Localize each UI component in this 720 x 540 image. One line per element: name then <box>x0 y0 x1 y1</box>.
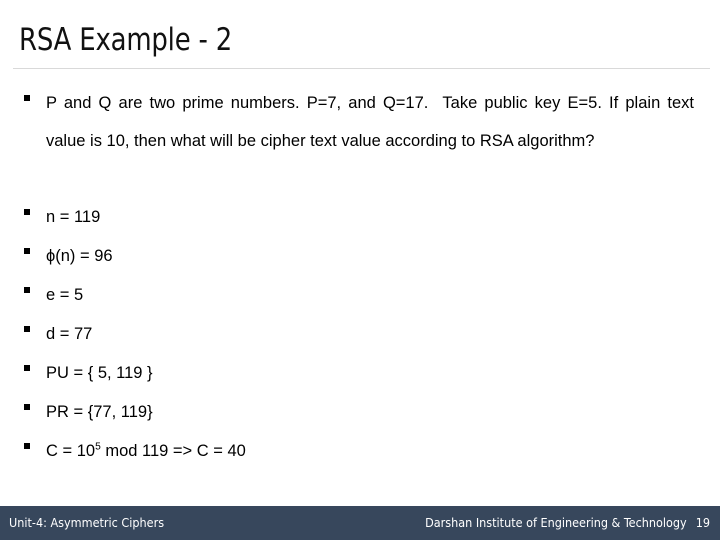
list-item-text: C = 105 mod 119 => C = 40 <box>46 432 696 471</box>
list-item: C = 105 mod 119 => C = 40 <box>0 432 720 471</box>
list-item-text: d = 77 <box>46 325 93 343</box>
footer-unit-label: Unit-4: Asymmetric Ciphers <box>9 515 165 530</box>
footer-institute-group: Darshan Institute of Engineering & Techn… <box>425 515 710 531</box>
list-item-text: P and Q are two prime numbers. P=7, and … <box>46 94 699 150</box>
list-item: PR = {77, 119} <box>0 393 720 432</box>
square-bullet-icon <box>24 443 30 449</box>
title-divider <box>13 68 710 69</box>
list-item-text: e = 5 <box>46 286 84 304</box>
list-item-text: n = 119 <box>46 208 101 226</box>
square-bullet-icon <box>24 287 30 293</box>
list-item-text: PU = { 5, 119 } <box>46 364 153 382</box>
slide-body: P and Q are two prime numbers. P=7, and … <box>0 84 720 471</box>
square-bullet-icon <box>24 365 30 371</box>
list-item: n = 119 <box>0 198 720 237</box>
square-bullet-icon <box>24 95 30 101</box>
footer-institute-label: Darshan Institute of Engineering & Techn… <box>425 515 687 530</box>
list-item: ϕ(n) = 96 <box>0 237 720 276</box>
page-title: RSA Example - 2 <box>19 22 233 58</box>
square-bullet-icon <box>24 326 30 332</box>
slide: RSA Example - 2 P and Q are two prime nu… <box>0 0 720 540</box>
cipher-expression-rest: mod 119 => C = 40 <box>100 442 246 460</box>
list-item: PU = { 5, 119 } <box>0 354 720 393</box>
page-number: 19 <box>695 515 710 530</box>
square-bullet-icon <box>24 248 30 254</box>
slide-footer: Unit-4: Asymmetric Ciphers Darshan Insti… <box>0 506 720 540</box>
list-item: e = 5 <box>0 276 720 315</box>
list-item-text: PR = {77, 119} <box>46 403 153 421</box>
list-item-text: ϕ(n) = 96 <box>46 247 113 265</box>
cipher-expression-base: C = 10 <box>46 442 96 460</box>
square-bullet-icon <box>24 404 30 410</box>
square-bullet-icon <box>24 209 30 215</box>
list-item: d = 77 <box>0 315 720 354</box>
list-item: P and Q are two prime numbers. P=7, and … <box>0 84 720 198</box>
slide-header: RSA Example - 2 <box>0 0 720 70</box>
